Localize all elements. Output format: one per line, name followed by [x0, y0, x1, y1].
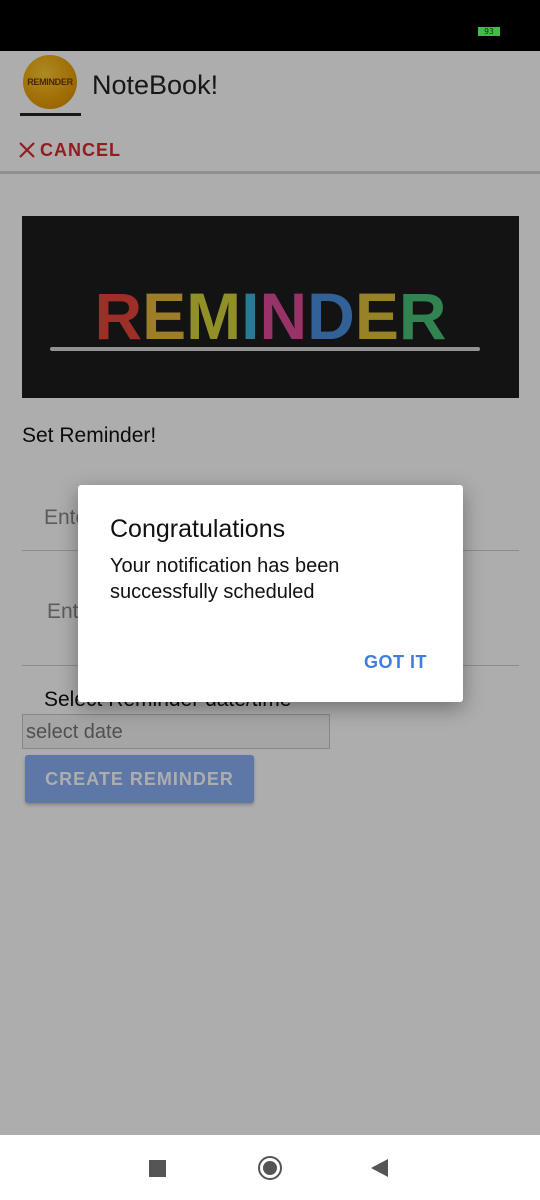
dialog-title: Congratulations [110, 515, 286, 543]
success-dialog: Congratulations Your notification has be… [78, 485, 463, 702]
navigation-bar [0, 1135, 540, 1200]
got-it-button[interactable]: GOT IT [364, 652, 427, 673]
home-circle-icon[interactable] [258, 1156, 282, 1180]
status-bar: 93 [0, 0, 540, 51]
recents-square-icon[interactable] [149, 1160, 166, 1177]
back-triangle-icon[interactable] [371, 1159, 388, 1177]
battery-icon: 93 [478, 27, 500, 36]
dialog-message: Your notification has been successfully … [110, 555, 340, 603]
